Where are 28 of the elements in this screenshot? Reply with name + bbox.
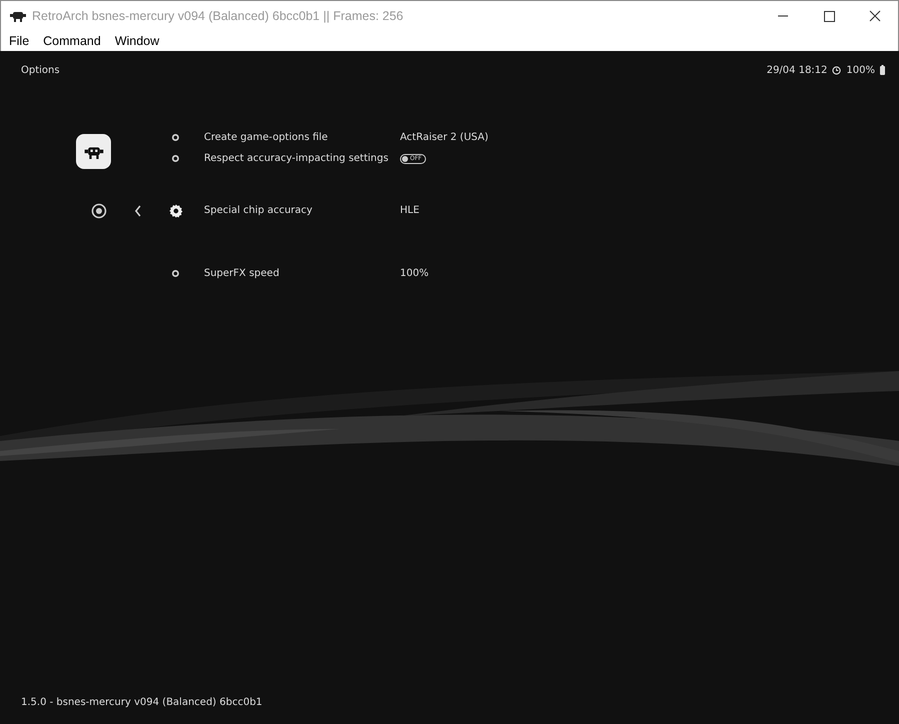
app-icon — [10, 10, 26, 22]
menu-item[interactable]: Command — [39, 34, 105, 48]
version-text: 1.5.0 - bsnes-mercury v094 (Balanced) 6bcc0b1 — [20, 697, 264, 710]
setting-value: ActRaiser 2 (USA) — [400, 132, 488, 143]
menu-item[interactable]: Window — [110, 34, 164, 48]
setting-dot-icon — [172, 134, 179, 141]
menu-item[interactable]: File — [5, 34, 34, 48]
core-icon — [76, 134, 111, 169]
battery-icon — [880, 65, 885, 75]
target-icon[interactable] — [91, 202, 107, 218]
page-title: Options — [21, 64, 60, 76]
clock-icon — [832, 66, 842, 74]
menu-entry[interactable]: Create game-options file ActRaiser 2 (USA) — [111, 127, 488, 148]
back-icon[interactable] — [134, 204, 142, 216]
settings-icon — [169, 204, 183, 218]
menu-entry[interactable]: Special chip accuracy HLE — [0, 169, 899, 263]
setting-dot-icon — [172, 155, 179, 162]
window-title: RetroArch bsnes-mercury v094 (Balanced) 6bcc0b1 || Frames: 256 — [32, 8, 404, 22]
setting-label: SuperFX speed — [204, 268, 280, 279]
setting-value: HLE — [400, 205, 420, 216]
clock-text: 29/04 18:12 — [766, 64, 828, 76]
setting-label: Special chip accuracy — [204, 205, 314, 216]
battery-text: 100% — [846, 64, 875, 76]
setting-label: Respect accuracy-impacting settings — [204, 153, 390, 164]
menu-entry[interactable]: SuperFX speed 100% — [0, 263, 899, 284]
setting-label: Create game-options file — [204, 132, 329, 143]
setting-dot-icon — [172, 270, 179, 277]
setting-value: 100% — [400, 268, 430, 279]
